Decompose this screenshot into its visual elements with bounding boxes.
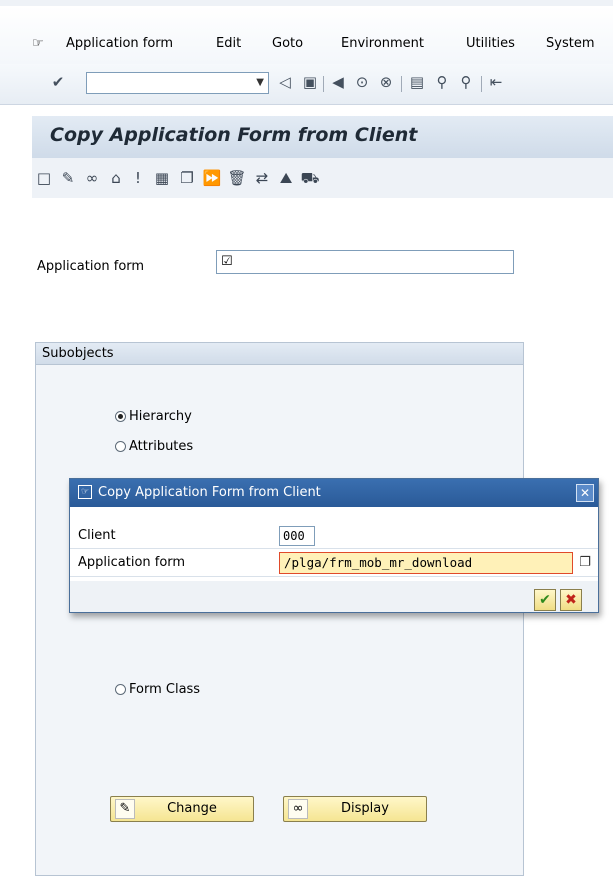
dialog-title: Copy Application Form from Client — [98, 485, 321, 500]
display-button-label: Display — [341, 801, 389, 816]
cancel-icon[interactable]: ⊗ — [376, 72, 396, 92]
radio-unselected-icon[interactable] — [115, 441, 126, 452]
change-pencil-icon[interactable]: ✎ — [58, 168, 78, 188]
chevron-down-icon[interactable]: ▼ — [256, 77, 264, 88]
title-bar: Copy Application Form from Client — [32, 116, 613, 158]
where-used-icon[interactable]: ⌂ — [106, 168, 126, 188]
row-divider — [70, 548, 598, 549]
dialog-application-form-input[interactable]: /plga/frm_mob_mr_download — [279, 552, 573, 574]
dialog-window-icon: ☞ — [78, 485, 92, 499]
row-divider — [70, 576, 598, 577]
radio-attributes[interactable]: Attributes — [115, 439, 193, 454]
menu-goto[interactable]: Goto — [272, 36, 303, 51]
find-next-icon[interactable]: ⚲ — [456, 72, 476, 92]
client-input[interactable]: 000 — [279, 526, 315, 546]
users-icon[interactable]: ⛰ — [276, 168, 296, 188]
display-glasses-icon[interactable]: ∞ — [82, 168, 102, 188]
page-title: Copy Application Form from Client — [50, 124, 418, 146]
dialog-application-form-label: Application form — [78, 555, 186, 570]
copy-icon[interactable]: ❐ — [177, 168, 197, 188]
menu-utilities[interactable]: Utilities — [466, 36, 515, 51]
radio-form-class-label: Form Class — [129, 682, 201, 697]
first-page-icon[interactable]: ⇤ — [486, 72, 506, 92]
cancel-x-icon[interactable]: ✖ — [560, 589, 582, 611]
application-form-input[interactable]: ☑ — [216, 250, 514, 274]
change-button-label: Change — [167, 801, 217, 816]
change-button[interactable]: ✎ Change — [110, 796, 254, 822]
radio-selected-icon[interactable] — [115, 411, 126, 422]
dialog-title-bar: ☞ Copy Application Form from Client ✕ — [70, 479, 598, 507]
back-arrow-icon[interactable]: ◁ — [275, 72, 295, 92]
rename-icon[interactable]: ⏩ — [202, 168, 222, 188]
menu-edit[interactable]: Edit — [216, 36, 241, 51]
toolbar-separator — [481, 76, 482, 92]
transport-arrows-icon[interactable]: ⇄ — [252, 168, 272, 188]
enter-icon[interactable]: ✔ — [48, 72, 68, 92]
activate-icon[interactable]: ǃ — [128, 168, 148, 188]
menu-bar: ☞ Application form Edit Goto Environment… — [0, 0, 613, 64]
display-button[interactable]: ∞ Display — [283, 796, 427, 822]
menu-icon[interactable]: ☞ — [32, 36, 44, 51]
value-help-icon[interactable]: ❐ — [576, 553, 594, 573]
print-icon[interactable]: ▤ — [407, 72, 427, 92]
confirm-check-icon[interactable]: ✔ — [534, 589, 556, 611]
delete-trash-icon[interactable]: 🗑 — [227, 168, 247, 188]
menu-application-form[interactable]: Application form — [66, 36, 173, 51]
find-icon[interactable]: ⚲ — [432, 72, 452, 92]
subobjects-title: Subobjects — [36, 343, 523, 365]
toolbar-separator — [401, 76, 402, 92]
radio-attributes-label: Attributes — [129, 439, 194, 454]
dialog-footer: ✔ ✖ — [70, 581, 598, 612]
create-icon[interactable]: □ — [34, 168, 54, 188]
radio-hierarchy[interactable]: Hierarchy — [115, 409, 192, 424]
other-object-icon[interactable]: ▦ — [152, 168, 172, 188]
menu-system[interactable]: System — [546, 36, 594, 51]
close-icon[interactable]: ✕ — [576, 484, 594, 502]
application-toolbar: □ ✎ ∞ ⌂ ǃ ▦ ❐ ⏩ 🗑 ⇄ ⛰ ⛟ — [32, 158, 613, 199]
radio-form-class[interactable]: Form Class — [115, 682, 200, 697]
client-label: Client — [78, 528, 116, 543]
copy-dialog: ☞ Copy Application Form from Client ✕ Cl… — [69, 478, 599, 613]
back-icon[interactable]: ◀ — [328, 72, 348, 92]
application-form-label: Application form — [37, 259, 145, 274]
menu-environment[interactable]: Environment — [341, 36, 424, 51]
radio-unselected-icon[interactable] — [115, 684, 126, 695]
save-icon[interactable]: ▣ — [300, 72, 320, 92]
exit-icon[interactable]: ⊙ — [352, 72, 372, 92]
dialog-body: Client 000 Application form /plga/frm_mo… — [70, 507, 598, 581]
transport-truck-icon[interactable]: ⛟ — [300, 168, 320, 188]
standard-toolbar: ✔ ▼ ◁ ▣ ◀ ⊙ ⊗ ▤ ⚲ ⚲ ⇤ — [0, 64, 613, 105]
radio-hierarchy-label: Hierarchy — [129, 409, 192, 424]
command-field[interactable]: ▼ — [86, 72, 269, 94]
toolbar-separator — [323, 76, 324, 92]
